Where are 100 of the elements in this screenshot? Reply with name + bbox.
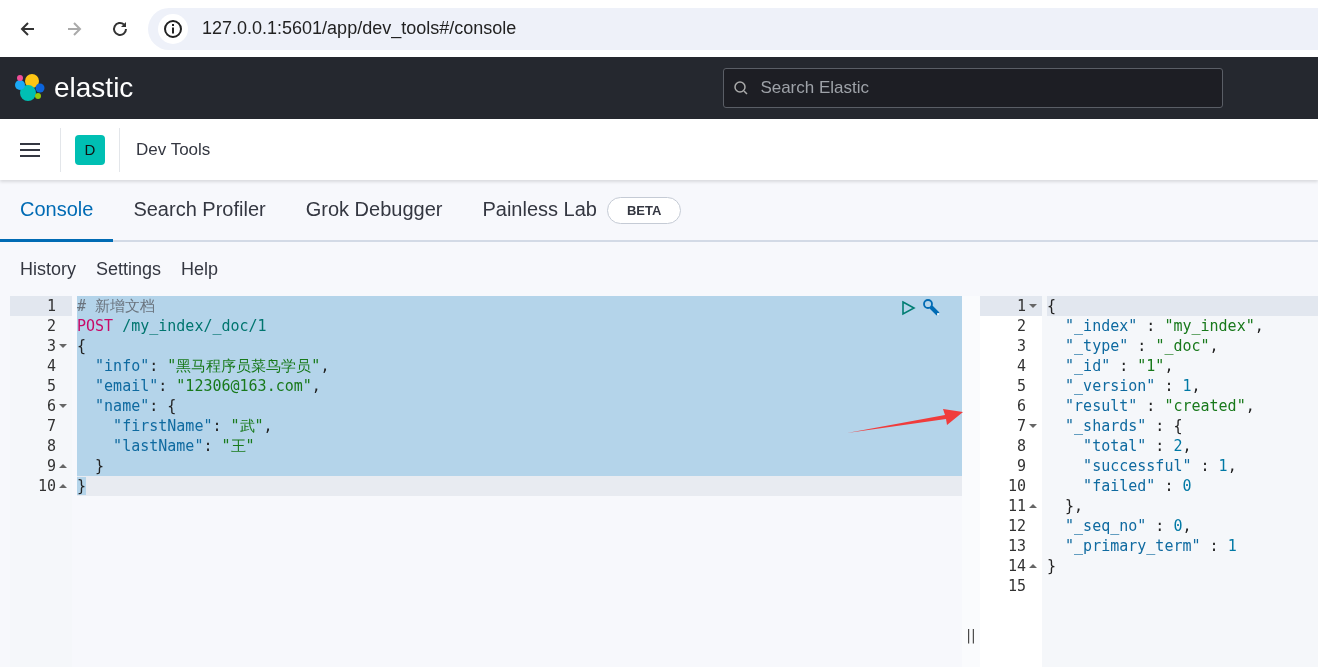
code-punctuation: : [1163,377,1175,395]
unfold-icon[interactable] [1029,563,1037,569]
code-punctuation: }, [1064,497,1084,515]
json-number: 2 [1173,437,1183,455]
play-icon[interactable] [900,300,916,316]
menu-link[interactable]: History [10,258,86,280]
address-bar[interactable]: 127.0.0.1:5601/app/dev_tools#/console [148,7,1318,50]
line-number: 9 [1016,457,1026,475]
code-punctuation: , [311,377,321,395]
code-punctuation: } [1047,557,1057,575]
menu-link[interactable]: Help [171,258,229,280]
line-number: 4 [1016,357,1026,375]
fold-icon[interactable] [1029,423,1037,429]
code-punctuation: : [1136,337,1148,355]
code-punctuation: , [1254,317,1264,335]
json-number: 1 [1182,377,1192,395]
line-number: 5 [1016,377,1026,395]
json-key: "failed" [1047,477,1156,495]
fold-icon[interactable] [59,403,67,409]
code-punctuation: : [149,357,160,375]
code-punctuation: { [77,337,87,355]
line-number: 15 [1007,577,1026,595]
code-punctuation: : [1145,317,1157,335]
unfold-icon[interactable] [1029,503,1037,509]
search-field[interactable]: Search Elastic [723,68,1224,108]
code-punctuation: , [1245,397,1255,415]
line-number: 2 [1016,317,1026,335]
line-number: 4 [46,357,56,375]
info-icon[interactable] [158,13,188,44]
line-number: 9 [46,457,56,475]
code-punctuation: , [1182,437,1192,455]
code-punctuation: : [1154,437,1166,455]
url-text: 127.0.0.1:5601/app/dev_tools#/console [202,18,517,39]
fold-icon[interactable] [1029,303,1037,309]
code-punctuation: : { [1154,417,1183,435]
json-number: 0 [1173,517,1183,535]
json-string: "武" [230,417,264,435]
line-number: 2 [46,317,56,335]
json-string: "王" [221,437,255,455]
json-number: 1 [1218,457,1228,475]
code-punctuation: , [1182,517,1192,535]
json-key: "_index" [1047,317,1138,335]
json-key: "_primary_term" [1047,537,1201,555]
line-number: 5 [46,377,56,395]
code-punctuation: : [1208,537,1220,555]
line-number: 14 [1007,557,1026,575]
json-key: "_id" [1047,357,1111,375]
json-key: "_seq_no" [1047,517,1147,535]
code-punctuation: : [1145,397,1157,415]
code-punctuation: : [1118,357,1130,375]
code-punctuation: : [203,437,214,455]
json-string: "12306@163.com" [176,377,312,395]
line-number: 10 [1007,477,1026,495]
space-avatar[interactable]: D [75,134,105,165]
json-string: "created" [1164,397,1246,415]
code-punctuation: , [1209,337,1219,355]
json-key: "_shards" [1047,417,1147,435]
line-number: 10 [37,477,56,495]
code-comment: # 新增文档 [77,297,156,315]
json-string: "_doc" [1155,337,1210,355]
line-number: 7 [1016,417,1026,435]
elastic-logo-icon [14,72,46,104]
line-number: 1 [1016,297,1026,315]
json-key: "lastName" [77,437,204,455]
json-key: "total" [1047,437,1147,455]
code-punctuation: : [1154,517,1166,535]
json-string: "my_index" [1164,317,1255,335]
line-number: 11 [1007,497,1026,515]
code-punctuation: : { [149,397,177,415]
unfold-icon[interactable] [59,463,67,469]
logo-text: elastic [54,72,134,104]
code-punctuation: , [1164,357,1174,375]
search-icon [733,80,750,96]
tab[interactable]: Search Profiler [113,180,286,242]
json-key: "info" [77,357,150,375]
line-number: 13 [1007,537,1026,555]
beta-badge: BETA [606,196,682,224]
resize-handle[interactable]: || [966,627,976,643]
json-number: 0 [1182,477,1192,495]
line-number: 3 [1016,337,1026,355]
code-punctuation: , [320,357,330,375]
code-punctuation: , [263,417,273,435]
code-punctuation: } [77,477,87,495]
code-punctuation: : [1199,457,1211,475]
request-path: /my_index/_doc/1 [121,317,267,335]
code-punctuation: , [1191,377,1201,395]
json-key: "name" [77,397,150,415]
code-punctuation: : [212,417,223,435]
fold-icon[interactable] [59,343,67,349]
json-key: "firstName" [77,417,213,435]
code-punctuation: } [94,457,105,475]
menu-link[interactable]: Settings [86,258,172,280]
code-punctuation: : [1163,477,1175,495]
json-key: "email" [77,377,159,395]
line-number: 6 [46,397,56,415]
json-number: 1 [1227,537,1237,555]
unfold-icon[interactable] [59,483,67,489]
tab[interactable]: Grok Debugger [285,180,463,242]
json-string: "黑马程序员菜鸟学员" [167,357,321,375]
line-number: 8 [46,437,56,455]
